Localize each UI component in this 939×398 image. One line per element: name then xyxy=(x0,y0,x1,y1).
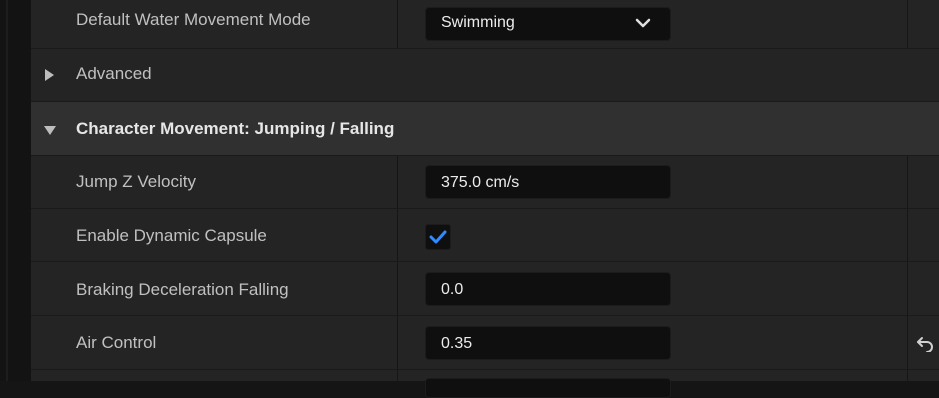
property-label: Jump Z Velocity xyxy=(76,172,196,191)
enable-dynamic-capsule-checkbox[interactable] xyxy=(425,224,451,250)
category-title: Character Movement: Jumping / Falling xyxy=(76,119,395,138)
property-value-cell xyxy=(399,209,908,261)
property-label: Braking Deceleration Falling xyxy=(76,280,289,299)
row-default-water-movement-mode: Default Water Movement Mode Swimming xyxy=(31,0,939,48)
triangle-right-icon[interactable] xyxy=(44,69,54,81)
reset-cell xyxy=(908,0,939,48)
dropdown-selected-value: Swimming xyxy=(441,14,515,31)
air-control-input[interactable]: 0.35 xyxy=(425,326,671,360)
row-air-control: Air Control 0.35 xyxy=(31,315,939,369)
property-name-cell xyxy=(31,370,398,381)
property-value-cell: 375.0 cm/s xyxy=(399,156,908,208)
property-label: Default Water Movement Mode xyxy=(76,10,311,29)
reset-cell xyxy=(908,156,939,208)
row-next-property-partial xyxy=(31,369,939,398)
advanced-label: Advanced xyxy=(76,64,152,83)
property-label: Air Control xyxy=(76,333,157,352)
advanced-section-header[interactable]: Advanced xyxy=(31,48,939,101)
input-value: 0.0 xyxy=(441,281,464,298)
input-value: 0.35 xyxy=(441,335,473,352)
water-movement-mode-dropdown[interactable]: Swimming xyxy=(425,7,671,41)
property-label: Enable Dynamic Capsule xyxy=(76,226,267,245)
property-name-cell: Default Water Movement Mode xyxy=(31,0,398,48)
details-panel: Default Water Movement Mode Swimming Adv… xyxy=(31,0,939,398)
reset-cell xyxy=(908,262,939,315)
left-gutter xyxy=(0,0,31,381)
row-jump-z-velocity: Jump Z Velocity 375.0 cm/s xyxy=(31,155,939,208)
chevron-down-icon xyxy=(635,18,651,28)
triangle-down-icon[interactable] xyxy=(44,125,56,135)
property-value-cell: Swimming xyxy=(399,0,908,48)
property-name-cell: Jump Z Velocity xyxy=(31,156,398,208)
checkmark-icon xyxy=(429,230,447,244)
reset-arrow-icon[interactable] xyxy=(916,336,934,352)
input-value: 375.0 cm/s xyxy=(441,174,520,191)
jump-z-velocity-input[interactable]: 375.0 cm/s xyxy=(425,165,671,199)
row-enable-dynamic-capsule: Enable Dynamic Capsule xyxy=(31,208,939,261)
braking-deceleration-falling-input[interactable]: 0.0 xyxy=(425,272,671,306)
property-value-cell: 0.35 xyxy=(399,316,908,369)
category-header-jumping-falling[interactable]: Character Movement: Jumping / Falling xyxy=(31,101,939,155)
property-value-cell xyxy=(399,370,908,398)
row-braking-deceleration-falling: Braking Deceleration Falling 0.0 xyxy=(31,261,939,315)
property-name-cell: Braking Deceleration Falling xyxy=(31,262,398,315)
reset-cell xyxy=(908,370,939,381)
reset-cell xyxy=(908,209,939,261)
next-property-input[interactable] xyxy=(425,378,671,398)
property-name-cell: Air Control xyxy=(31,316,398,369)
gutter-divider xyxy=(6,0,8,381)
property-name-cell: Enable Dynamic Capsule xyxy=(31,209,398,261)
reset-cell xyxy=(908,316,939,369)
property-value-cell: 0.0 xyxy=(399,262,908,315)
